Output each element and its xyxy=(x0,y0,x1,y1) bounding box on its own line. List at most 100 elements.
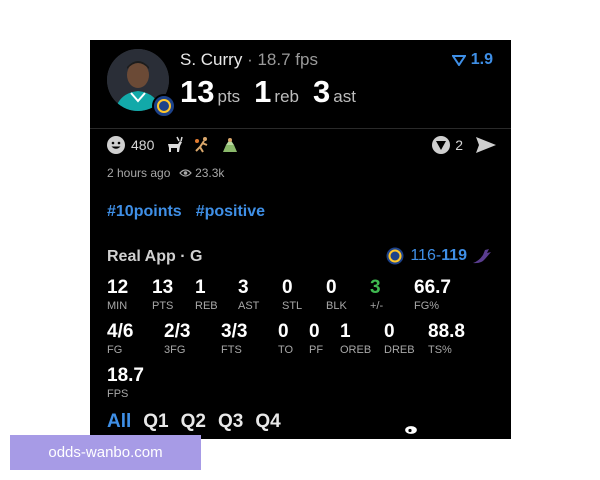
stat-label: BLK xyxy=(326,300,347,312)
stat-label: FPS xyxy=(107,388,129,400)
tag-positive[interactable]: #positive xyxy=(196,203,265,220)
stat-reb-unit: reb xyxy=(274,87,299,106)
stat-ts-pct: 88.8 TS% xyxy=(428,322,465,357)
tab-q4[interactable]: Q4 xyxy=(255,411,280,433)
stat-pts-unit: pts xyxy=(217,87,241,106)
stat-pts: 13 PTS xyxy=(152,278,173,313)
dunk-emoji-icon[interactable] xyxy=(192,135,212,155)
stat-reb-value: 1 xyxy=(254,74,272,109)
rating-badge[interactable]: 1.9 xyxy=(451,51,493,69)
stat-value: 13 xyxy=(152,277,174,298)
score-away: 119 xyxy=(441,247,467,264)
stat-value: 66.7 xyxy=(414,277,451,298)
tab-q3[interactable]: Q3 xyxy=(218,411,243,433)
stat-ast-value: 3 xyxy=(313,74,331,109)
stat-ast-unit: ast xyxy=(333,87,356,106)
player-name-line: S. Curry · 18.7 fps xyxy=(180,50,318,69)
stat-ast: 3 AST xyxy=(238,278,259,313)
stat-value: 0 xyxy=(282,277,293,298)
stat-plus-minus: 3 +/- xyxy=(370,278,383,313)
tab-q2[interactable]: Q2 xyxy=(181,411,206,433)
stat-label: FTS xyxy=(221,344,242,356)
stat-value: 0 xyxy=(309,321,320,342)
game-score[interactable]: 116-119 xyxy=(386,247,493,265)
stat-label: OREB xyxy=(340,344,372,356)
stat-label: STL xyxy=(282,300,303,312)
stat-fts: 3/3 FTS xyxy=(221,322,247,357)
stat-label: DREB xyxy=(384,344,415,356)
eye-icon xyxy=(178,169,192,177)
warriors-logo-icon xyxy=(386,247,404,265)
repost-icon[interactable] xyxy=(431,135,451,155)
tags: #10points #positive xyxy=(107,203,279,221)
stat-label: AST xyxy=(238,300,260,312)
stat-label: PTS xyxy=(152,300,174,312)
player-stat-card: S. Curry · 18.7 fps 13 pts 1 reb 3 ast 1.9 48… xyxy=(90,40,511,439)
stat-min: 12 MIN xyxy=(107,278,128,313)
tab-q1[interactable]: Q1 xyxy=(143,411,168,433)
stat-label: FG xyxy=(107,344,123,356)
tag-10points[interactable]: #10points xyxy=(107,203,182,220)
player-name[interactable]: S. Curry xyxy=(180,50,242,69)
goat-emoji-icon[interactable] xyxy=(164,135,184,155)
post-meta: 2 hours ago 23.3k xyxy=(107,165,224,180)
stat-value: 18.7 xyxy=(107,365,144,386)
stat-value: 88.8 xyxy=(428,321,465,342)
stat-oreb: 1 OREB xyxy=(340,322,371,357)
statline: 13 pts 1 reb 3 ast xyxy=(180,74,370,110)
score-home: 116 xyxy=(410,247,436,264)
watermark: @库里精选Curry xyxy=(403,420,506,436)
stat-fps: 18.7 FPS xyxy=(107,366,144,401)
tab-all[interactable]: All xyxy=(107,411,131,433)
overlay-text: odds-wanbo.com xyxy=(48,444,163,461)
stat-label: MIN xyxy=(107,300,128,312)
stat-value: 1 xyxy=(195,277,206,298)
stat-to: 0 TO xyxy=(278,322,293,357)
rating-trend-icon xyxy=(451,54,468,67)
rating-value: 1.9 xyxy=(470,51,493,68)
repost-count: 2 xyxy=(455,137,463,153)
stat-value: 1 xyxy=(340,321,351,342)
money-emoji-icon[interactable] xyxy=(220,135,240,155)
stat-label: FG% xyxy=(414,300,440,312)
divider xyxy=(90,128,511,129)
stat-label: 3FG xyxy=(164,344,186,356)
smile-reaction-icon[interactable] xyxy=(106,135,126,155)
stat-value: 2/3 xyxy=(164,321,191,342)
stat-label: TO xyxy=(278,344,294,356)
reaction-count: 480 xyxy=(131,137,155,153)
stat-value: 0 xyxy=(384,321,395,342)
stat-value: 3/3 xyxy=(221,321,248,342)
stat-label: TS% xyxy=(428,344,452,356)
weibo-logo-icon xyxy=(403,423,420,436)
jazz-logo-icon xyxy=(473,249,491,264)
stat-3fg: 2/3 3FG xyxy=(164,322,190,357)
post-time: 2 hours ago xyxy=(107,165,171,180)
stat-label: REB xyxy=(195,300,218,312)
watermark-text: @库里精选Curry xyxy=(423,423,506,435)
stat-pf: 0 PF xyxy=(309,322,323,357)
stat-value: 0 xyxy=(278,321,289,342)
stat-stl: 0 STL xyxy=(282,278,302,313)
stat-value: 3 xyxy=(370,277,381,298)
stat-reb: 1 REB xyxy=(195,278,218,313)
send-icon[interactable] xyxy=(475,136,497,154)
stat-dreb: 0 DREB xyxy=(384,322,415,357)
stat-label: PF xyxy=(309,344,324,356)
stat-value: 12 xyxy=(107,277,129,298)
view-count: 23.3k xyxy=(195,165,225,180)
stat-value: 4/6 xyxy=(107,321,134,342)
stat-blk: 0 BLK xyxy=(326,278,347,313)
site-overlay-banner[interactable]: odds-wanbo.com xyxy=(10,435,201,470)
stat-value: 3 xyxy=(238,277,249,298)
stat-pts-value: 13 xyxy=(180,74,215,109)
stat-fg: 4/6 FG xyxy=(107,322,133,357)
stat-label: +/- xyxy=(370,300,384,312)
game-source: Real App · G xyxy=(107,248,203,265)
player-fps: 18.7 fps xyxy=(257,50,318,69)
quarter-tabs: All Q1 Q2 Q3 Q4 xyxy=(107,411,293,433)
team-logo-icon xyxy=(152,94,176,118)
stat-fg-pct: 66.7 FG% xyxy=(414,278,451,313)
share-row: 2 xyxy=(431,135,497,155)
reactions-row: 480 xyxy=(106,134,248,156)
